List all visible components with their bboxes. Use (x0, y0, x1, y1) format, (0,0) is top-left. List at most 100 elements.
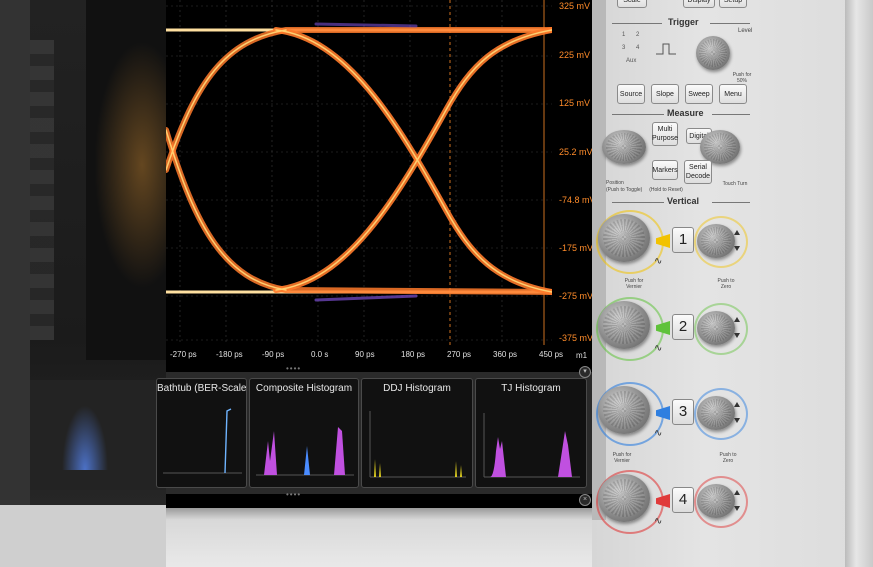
trigger-slope-button[interactable]: Slope (651, 84, 679, 104)
divider (612, 114, 664, 115)
panel-title: DDJ Histogram (383, 383, 451, 394)
tj-histogram-panel[interactable]: TJ Histogram (475, 378, 587, 488)
blurred-bezel (0, 0, 30, 567)
bathtub-panel[interactable]: Bathtub (BER-Scale) (156, 378, 247, 488)
divider (712, 114, 750, 115)
trigger-section-label: Trigger (668, 17, 699, 27)
panel-title: Bathtub (BER-Scale) (157, 383, 247, 394)
channel-2-up-icon (734, 317, 740, 322)
position-knob[interactable] (602, 130, 646, 164)
channel-3-vernier-label: Push for Vernier (612, 452, 632, 464)
y-tick-label: -175 mV (559, 243, 594, 253)
panel-close-button[interactable]: × (579, 494, 591, 506)
multi-purpose-button[interactable]: Multi Purpose (652, 122, 678, 146)
x-tick-label: 180 ps (401, 350, 426, 359)
x-tick-label: -180 ps (216, 350, 243, 359)
x-tick-label: 360 ps (493, 350, 518, 359)
channel-3-scale-knob[interactable] (598, 386, 650, 434)
divider (612, 23, 662, 24)
channel-4-scale-knob[interactable] (598, 474, 650, 522)
hold-to-reset-label: (Hold to Reset) (649, 187, 683, 193)
channel-4-offset-knob[interactable] (697, 484, 735, 518)
background-blurred-scope (0, 0, 166, 567)
channel-2-down-icon (734, 333, 740, 338)
analysis-panels: Bathtub (BER-Scale) Composite Histogram … (156, 372, 592, 494)
touch-turn-label: Touch Turn (722, 181, 748, 187)
composite-histogram-plot (256, 427, 354, 476)
x-tick-label: 90 ps (355, 350, 375, 359)
trigger-source-3[interactable]: 3 (622, 45, 625, 51)
trigger-level-knob[interactable] (696, 36, 730, 70)
channel-2-scale-knob[interactable] (598, 301, 650, 349)
blurred-label-strip (30, 40, 54, 340)
panel-title: TJ Histogram (501, 383, 561, 394)
trigger-source-button[interactable]: Source (617, 84, 645, 104)
channel-1-zero-label: Push to Zero (717, 278, 735, 290)
eye-diagram-plot[interactable] (166, 0, 552, 345)
bathtub-plot (163, 408, 242, 474)
blurred-histogram (60, 400, 110, 470)
channel-4-up-icon (734, 490, 740, 495)
y-tick-label: 125 mV (559, 98, 591, 108)
trigger-level-push-label: Push for 50% (732, 72, 752, 84)
y-tick-label: -275 mV (559, 291, 594, 301)
composite-histogram-panel[interactable]: Composite Histogram (249, 378, 359, 488)
x-tick-label: -270 ps (170, 350, 197, 359)
instrument-side (845, 0, 873, 567)
position-sub-label: (Push to Toggle) (606, 187, 643, 193)
measure-section-label: Measure (667, 108, 704, 118)
divider (612, 202, 664, 203)
trigger-sweep-button[interactable]: Sweep (685, 84, 713, 104)
y-tick-label: 325 mV (559, 1, 591, 11)
channel-3-button[interactable]: 3 (672, 399, 694, 425)
x-tick-label: 0.0 s (311, 350, 329, 359)
instrument-base (166, 508, 606, 567)
channel-4-button[interactable]: 4 (672, 487, 694, 513)
channel-1-up-icon (734, 230, 740, 235)
blurred-eye-diagram (86, 20, 166, 310)
trigger-source-1[interactable]: 1 (622, 32, 625, 38)
trigger-source-2[interactable]: 2 (636, 32, 639, 38)
channel-1-scale-knob[interactable] (598, 214, 650, 262)
channel-2-offset-knob[interactable] (697, 311, 735, 345)
ddj-histogram-plot (369, 411, 466, 478)
trigger-edge-icon (656, 43, 676, 55)
ddj-histogram-panel[interactable]: DDJ Histogram (361, 378, 473, 488)
scope-screen: 325 mV 225 mV 125 mV 25.2 mV -74.8 mV -1… (156, 0, 596, 508)
channel-1-offset-knob[interactable] (697, 224, 735, 258)
touch-turn-knob[interactable] (700, 130, 740, 164)
channel-2-button[interactable]: 2 (672, 314, 694, 340)
panel-expand-button[interactable]: ▾ (579, 366, 591, 378)
trigger-source-4[interactable]: 4 (636, 45, 639, 51)
channel-3-up-icon (734, 402, 740, 407)
scale-button[interactable]: Scale (617, 0, 647, 8)
y-tick-label: -74.8 mV (559, 195, 596, 205)
channel-2-wave-icon: ∿ (654, 343, 663, 354)
y-tick-label: 225 mV (559, 50, 591, 60)
channel-1-wave-icon: ∿ (654, 256, 663, 267)
display-button[interactable]: Display (683, 0, 715, 8)
trigger-source-aux[interactable]: Aux (626, 58, 636, 64)
channel-4-wave-icon: ∿ (654, 516, 663, 527)
serial-decode-button[interactable]: Serial Decode (684, 160, 712, 184)
trigger-level-label: Level (738, 28, 753, 34)
channel-4-down-icon (734, 506, 740, 511)
x-tick-label: 270 ps (447, 350, 472, 359)
x-tick-label: 450 ps (539, 350, 564, 359)
channel-1-down-icon (734, 246, 740, 251)
divider (712, 202, 750, 203)
marker-label[interactable]: m1 (576, 351, 587, 360)
tj-histogram-plot (483, 413, 580, 478)
channel-1-button[interactable]: 1 (672, 227, 694, 253)
trigger-menu-button[interactable]: Menu (719, 84, 747, 104)
channel-3-offset-knob[interactable] (697, 396, 735, 430)
vertical-section-label: Vertical (667, 196, 700, 206)
setup-button[interactable]: Setup (719, 0, 747, 8)
panel-bottom-grip[interactable]: •••• (286, 490, 301, 499)
panel-title: Composite Histogram (255, 383, 353, 394)
channel-3-wave-icon: ∿ (654, 428, 663, 439)
markers-button[interactable]: Markers (652, 160, 678, 180)
y-tick-label: 25.2 mV (559, 147, 593, 157)
channel-3-down-icon (734, 418, 740, 423)
eye-traces (166, 22, 552, 302)
